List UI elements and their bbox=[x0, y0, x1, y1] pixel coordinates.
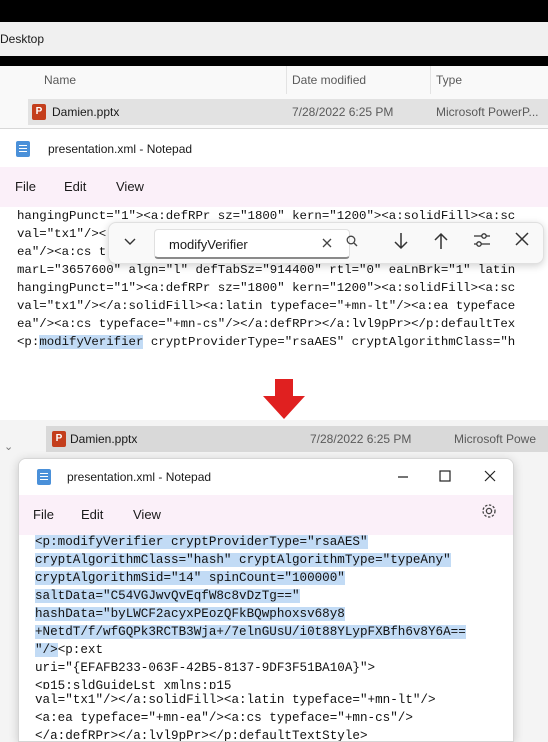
maximize-icon[interactable] bbox=[439, 469, 451, 485]
close-icon[interactable] bbox=[515, 232, 529, 251]
notepad-window-bottom: presentation.xml - Notepad File Edit Vie… bbox=[18, 458, 514, 742]
file-row[interactable]: P Damien.pptx 7/28/2022 6:25 PM Microsof… bbox=[46, 426, 548, 452]
file-date: 7/28/2022 6:25 PM bbox=[310, 432, 412, 446]
menu-file[interactable]: File bbox=[15, 179, 36, 194]
find-bar: modifyVerifier bbox=[108, 222, 544, 264]
notepad-title: presentation.xml - Notepad bbox=[67, 470, 212, 484]
menu-bar: File Edit View bbox=[19, 495, 513, 535]
text-editor[interactable]: <p:modifyVerifier cryptProviderType="rsa… bbox=[19, 535, 513, 742]
menu-view[interactable]: View bbox=[116, 179, 144, 194]
close-icon[interactable] bbox=[484, 469, 496, 485]
column-header-name[interactable]: Name bbox=[44, 73, 76, 87]
editor-line: uri="{EFAFB233-063F-42B5-8137-9DF3F51BA1… bbox=[35, 661, 376, 675]
explorer-file-list: Name Date modified Type P Damien.pptx 7/… bbox=[0, 66, 548, 136]
selected-line: saltData="C54VGJwvQvEqfW8c8vDzTg==" bbox=[35, 589, 300, 603]
notepad-title-bar: presentation.xml - Notepad bbox=[19, 459, 513, 495]
file-type: Microsoft PowerP... bbox=[436, 105, 539, 119]
editor-line: hangingPunct="1"><a:defRPr sz="1800" ker… bbox=[17, 281, 516, 295]
editor-line: marL="3657600" algn="l" defTabSz="914400… bbox=[17, 263, 516, 277]
powerpoint-icon: P bbox=[52, 431, 66, 447]
editor-line: hangingPunct="1"><a:defRPr sz="1800" ker… bbox=[17, 209, 516, 223]
selected-line: hashData="byLWCF2acyxPEozQFkBQwphoxsv68y… bbox=[35, 607, 345, 621]
search-icon[interactable] bbox=[346, 235, 358, 250]
top-black-bar bbox=[0, 0, 548, 22]
menu-view[interactable]: View bbox=[133, 507, 161, 522]
menu-bar: File Edit View bbox=[0, 167, 548, 207]
file-name: Damien.pptx bbox=[70, 432, 138, 446]
file-date: 7/28/2022 6:25 PM bbox=[292, 105, 394, 119]
explorer-title: Desktop bbox=[0, 32, 45, 46]
editor-text: <p:ext bbox=[57, 643, 104, 657]
sliders-icon[interactable] bbox=[473, 232, 491, 253]
editor-line: <p15:sldGuideLst xmlns:p15 bbox=[35, 679, 232, 689]
file-name: Damien.pptx bbox=[52, 105, 120, 119]
menu-file[interactable]: File bbox=[33, 507, 54, 522]
editor-line: ea"/><a:cs t bbox=[17, 245, 107, 259]
column-header-date[interactable]: Date modified bbox=[292, 73, 366, 87]
editor-line: <a:ea typeface="+mn-ea"/><a:cs typeface=… bbox=[35, 711, 413, 725]
find-query: modifyVerifier bbox=[169, 237, 248, 252]
column-separator[interactable] bbox=[430, 66, 431, 94]
file-row[interactable]: P Damien.pptx 7/28/2022 6:25 PM Microsof… bbox=[28, 99, 548, 125]
arrow-down-icon bbox=[262, 378, 306, 420]
selected-line: cryptAlgorithmClass="hash" cryptAlgorith… bbox=[35, 553, 451, 567]
column-header-type[interactable]: Type bbox=[436, 73, 462, 87]
line-prefix: <p: bbox=[17, 335, 40, 349]
notepad-icon bbox=[16, 141, 30, 157]
selected-line: cryptAlgorithmSid="14" spinCount="100000… bbox=[35, 571, 345, 585]
editor-line: val="tx1"/></a:solidFill><a:latin typefa… bbox=[35, 693, 436, 707]
close-icon[interactable] bbox=[322, 236, 332, 251]
arrow-down-icon[interactable] bbox=[393, 232, 409, 255]
notepad-icon bbox=[37, 469, 51, 485]
arrow-up-icon[interactable] bbox=[433, 232, 449, 255]
notepad-title-bar: presentation.xml - Notepad bbox=[0, 129, 548, 167]
column-separator[interactable] bbox=[286, 66, 287, 94]
notepad-title: presentation.xml - Notepad bbox=[48, 142, 193, 156]
line-suffix: cryptProviderType="rsaAES" cryptAlgorith… bbox=[143, 335, 516, 349]
selected-line: "/> bbox=[35, 643, 58, 657]
editor-line-match: <p:modifyVerifier cryptProviderType="rsa… bbox=[17, 335, 515, 349]
explorer-toolbar-strip bbox=[0, 56, 548, 66]
find-input[interactable]: modifyVerifier bbox=[154, 229, 358, 259]
editor-line: </a:defRPr></a:lvl9pPr></p:defaultTextSt… bbox=[35, 729, 368, 742]
search-match-highlight: modifyVerifier bbox=[39, 335, 144, 349]
selected-line: <p:modifyVerifier cryptProviderType="rsa… bbox=[35, 535, 368, 549]
file-type: Microsoft Powe bbox=[454, 432, 537, 446]
explorer-title-bar: Desktop bbox=[0, 22, 548, 56]
editor-line: val="tx1"/></a:solidFill><a:latin typefa… bbox=[17, 299, 516, 313]
menu-edit[interactable]: Edit bbox=[64, 179, 86, 194]
minimize-icon[interactable] bbox=[397, 469, 409, 485]
gear-icon[interactable] bbox=[481, 503, 497, 523]
selected-line: +NetdT/f/wfGQPk3RCTB3Wja+/7elnGUsU/i0t88… bbox=[35, 625, 466, 639]
editor-line: ea"/><a:cs typeface="+mn-cs"/></a:defRPr… bbox=[17, 317, 516, 331]
nav-pane-edge: ⌄ bbox=[4, 441, 14, 453]
chevron-down-icon[interactable] bbox=[124, 233, 136, 249]
editor-line: val="tx1"/>< bbox=[17, 227, 107, 241]
menu-edit[interactable]: Edit bbox=[81, 507, 103, 522]
powerpoint-icon: P bbox=[32, 104, 46, 120]
